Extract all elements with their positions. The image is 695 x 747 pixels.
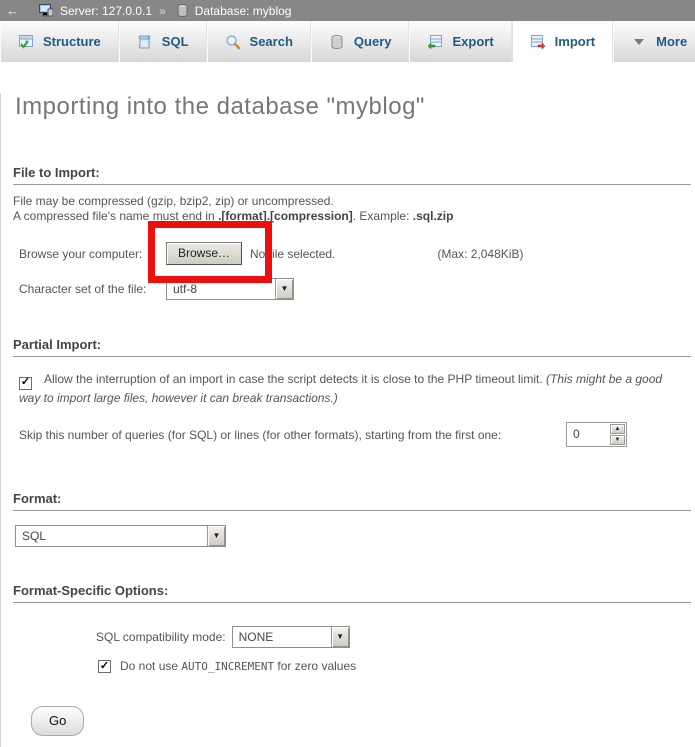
query-icon — [329, 34, 345, 50]
file-to-import-heading: File to Import: — [13, 165, 691, 185]
compression-info: File may be compressed (gzip, bzip2, zip… — [13, 194, 691, 224]
export-icon — [427, 34, 443, 50]
tab-label: Import — [555, 34, 595, 49]
browse-row: Browse your computer: Browse… No file se… — [19, 242, 691, 265]
charset-label: Character set of the file: — [19, 282, 166, 296]
dropdown-arrow-icon[interactable]: ▼ — [275, 279, 293, 299]
tab-label: Structure — [43, 34, 101, 49]
format-select[interactable]: SQL ▼ — [15, 525, 226, 547]
tab-label: Query — [354, 34, 392, 49]
number-spinner: ▲ ▼ — [609, 423, 626, 446]
dropdown-arrow-icon[interactable]: ▼ — [331, 627, 349, 647]
spinner-up-icon[interactable]: ▲ — [610, 424, 625, 434]
import-icon — [530, 34, 546, 50]
dropdown-arrow-icon[interactable]: ▼ — [207, 526, 225, 546]
format-pattern-text: .[format].[compression] — [218, 209, 353, 223]
tab-label: Search — [250, 34, 293, 49]
breadcrumb-server[interactable]: Server: 127.0.0.1 — [60, 4, 152, 18]
search-icon — [225, 34, 241, 50]
line2-text: A compressed file's name must end in — [13, 209, 218, 223]
tab-structure[interactable]: Structure — [0, 21, 119, 62]
example-text: .sql.zip — [413, 209, 454, 223]
tab-search[interactable]: Search — [207, 21, 311, 62]
skip-queries-input[interactable]: 0 ▲ ▼ — [566, 422, 627, 447]
zero-values-checkbox[interactable]: ✓ — [98, 660, 111, 673]
structure-icon — [18, 34, 34, 50]
compression-line1: File may be compressed (gzip, bzip2, zip… — [13, 194, 691, 209]
tab-label: SQL — [162, 34, 189, 49]
compression-line2: A compressed file's name must end in .[f… — [13, 209, 691, 224]
tab-bar: Structure SQL Search Query — [0, 21, 695, 62]
sql-compat-select[interactable]: NONE ▼ — [232, 626, 350, 648]
zero-values-text1: Do not use — [120, 659, 181, 673]
skip-queries-value: 0 — [567, 423, 609, 446]
skip-queries-label: Skip this number of queries (for SQL) or… — [19, 428, 501, 442]
charset-select-value: utf-8 — [167, 279, 275, 299]
go-button[interactable]: Go — [31, 706, 84, 736]
zero-values-row: ✓ Do not use AUTO_INCREMENT for zero val… — [98, 659, 691, 673]
tab-import[interactable]: Import — [512, 21, 613, 62]
chevron-down-icon — [631, 34, 647, 50]
allow-interrupt-checkbox[interactable]: ✓ — [19, 377, 32, 390]
browse-label: Browse your computer: — [19, 247, 166, 261]
tab-sql[interactable]: SQL — [119, 21, 207, 62]
database-icon — [177, 4, 188, 17]
auto-increment-keyword: AUTO_INCREMENT — [181, 660, 274, 673]
breadcrumb-separator: » — [159, 4, 166, 18]
breadcrumb-bar: ← Server: 127.0.0.1 » Database: myblog — [0, 0, 695, 21]
format-options-heading: Format-Specific Options: — [13, 583, 691, 603]
format-heading: Format: — [13, 491, 691, 511]
page-title: Importing into the database "myblog" — [15, 93, 691, 121]
skip-queries-row: Skip this number of queries (for SQL) or… — [19, 422, 685, 447]
line2-text2: . Example: — [353, 209, 413, 223]
max-upload-size-text: (Max: 2,048KiB) — [437, 247, 523, 261]
charset-select[interactable]: utf-8 ▼ — [166, 278, 294, 300]
back-arrow-icon[interactable]: ← — [6, 3, 30, 18]
tab-label: Export — [452, 34, 493, 49]
allow-interrupt-label: Allow the interruption of an import in c… — [44, 372, 546, 386]
server-monitor-icon — [39, 4, 53, 17]
tab-query[interactable]: Query — [311, 21, 410, 62]
spinner-down-icon[interactable]: ▼ — [610, 435, 625, 445]
no-file-selected-text: No file selected. — [250, 247, 335, 261]
charset-row: Character set of the file: utf-8 ▼ — [19, 277, 691, 301]
tab-more[interactable]: More — [613, 21, 695, 62]
main-content: Importing into the database "myblog" Fil… — [0, 93, 695, 747]
sql-icon — [137, 34, 153, 50]
breadcrumb-database[interactable]: Database: myblog — [195, 4, 292, 18]
browse-button[interactable]: Browse… — [166, 242, 242, 265]
allow-interrupt-para: ✓ Allow the interruption of an import in … — [19, 371, 685, 407]
partial-import-heading: Partial Import: — [13, 337, 691, 357]
sql-compat-row: SQL compatibility mode: NONE ▼ — [96, 625, 691, 649]
format-select-value: SQL — [16, 526, 207, 546]
sql-compat-select-value: NONE — [233, 627, 331, 647]
sql-compat-label: SQL compatibility mode: — [96, 630, 226, 644]
zero-values-text2: for zero values — [274, 659, 356, 673]
tab-export[interactable]: Export — [409, 21, 511, 62]
zero-values-label: Do not use AUTO_INCREMENT for zero value… — [120, 659, 356, 673]
tab-label: More — [656, 34, 687, 49]
